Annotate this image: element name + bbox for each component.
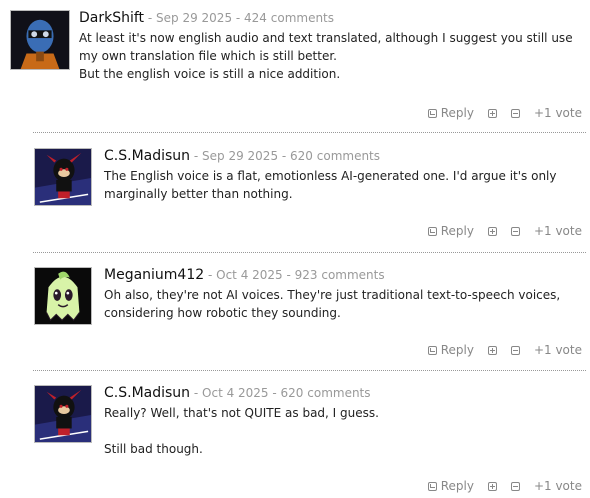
reply-link[interactable]: Reply [441,224,474,238]
reply-link[interactable]: Reply [441,106,474,120]
comment: Meganium412 - Oct 4 2025 - 923 comments … [34,267,586,359]
reply-icon [427,108,437,118]
expand-icon[interactable] [487,481,497,491]
collapse-icon[interactable] [510,108,520,118]
comment-line: The English voice is a flat, emotionless… [104,169,557,201]
avatar-image [35,268,91,324]
comment-actions: Reply +1 vote [427,479,582,493]
comment-meta: - Sep 29 2025 - 424 comments [147,11,335,25]
comment-line: But the english voice is still a nice ad… [79,67,341,81]
avatar-image [35,149,91,205]
reply-link[interactable]: Reply [441,343,474,357]
reply-icon [427,481,437,491]
collapse-icon[interactable] [510,226,520,236]
vote-link[interactable]: +1 vote [534,343,582,357]
comment: C.S.Madisun - Sep 29 2025 - 620 comments… [34,148,586,240]
vote-link[interactable]: +1 vote [534,224,582,238]
comment: C.S.Madisun - Oct 4 2025 - 620 comments … [34,385,586,495]
comment-author[interactable]: DarkShift [79,10,144,26]
expand-icon[interactable] [487,108,497,118]
vote-link[interactable]: +1 vote [534,479,582,493]
comment-divider [33,252,586,253]
comment-author[interactable]: Meganium412 [104,267,204,283]
comment-line-blank [104,422,584,440]
comment-line: At least it's now english audio and text… [79,31,573,63]
comment-actions: Reply +1 vote [427,343,582,357]
avatar[interactable] [10,10,70,70]
comment-divider [33,132,586,133]
comment-text: Really? Well, that's not QUITE as bad, I… [104,404,584,458]
comment-text: At least it's now english audio and text… [79,29,584,83]
comment-divider [33,370,586,371]
comment-actions: Reply +1 vote [427,224,582,238]
reply-icon [427,345,437,355]
expand-icon[interactable] [487,345,497,355]
comment-meta: - Sep 29 2025 - 620 comments [193,149,381,163]
comment-author[interactable]: C.S.Madisun [104,385,190,401]
avatar[interactable] [34,267,92,325]
comment-text: Oh also, they're not AI voices. They're … [104,286,584,322]
comment-actions: Reply +1 vote [427,106,582,120]
vote-link[interactable]: +1 vote [534,106,582,120]
comment-line: Really? Well, that's not QUITE as bad, I… [104,406,379,420]
comment-text: The English voice is a flat, emotionless… [104,167,584,203]
comment-line: Oh also, they're not AI voices. They're … [104,288,561,320]
avatar[interactable] [34,385,92,443]
avatar-image [11,11,69,69]
comment-meta: - Oct 4 2025 - 620 comments [193,386,371,400]
collapse-icon[interactable] [510,345,520,355]
avatar-image [35,386,91,442]
comment-line: Still bad though. [104,442,203,456]
collapse-icon[interactable] [510,481,520,491]
reply-icon [427,226,437,236]
expand-icon[interactable] [487,226,497,236]
comment-author[interactable]: C.S.Madisun [104,148,190,164]
comment-meta: - Oct 4 2025 - 923 comments [207,268,385,282]
avatar[interactable] [34,148,92,206]
reply-link[interactable]: Reply [441,479,474,493]
comment: DarkShift - Sep 29 2025 - 424 comments A… [10,10,586,122]
